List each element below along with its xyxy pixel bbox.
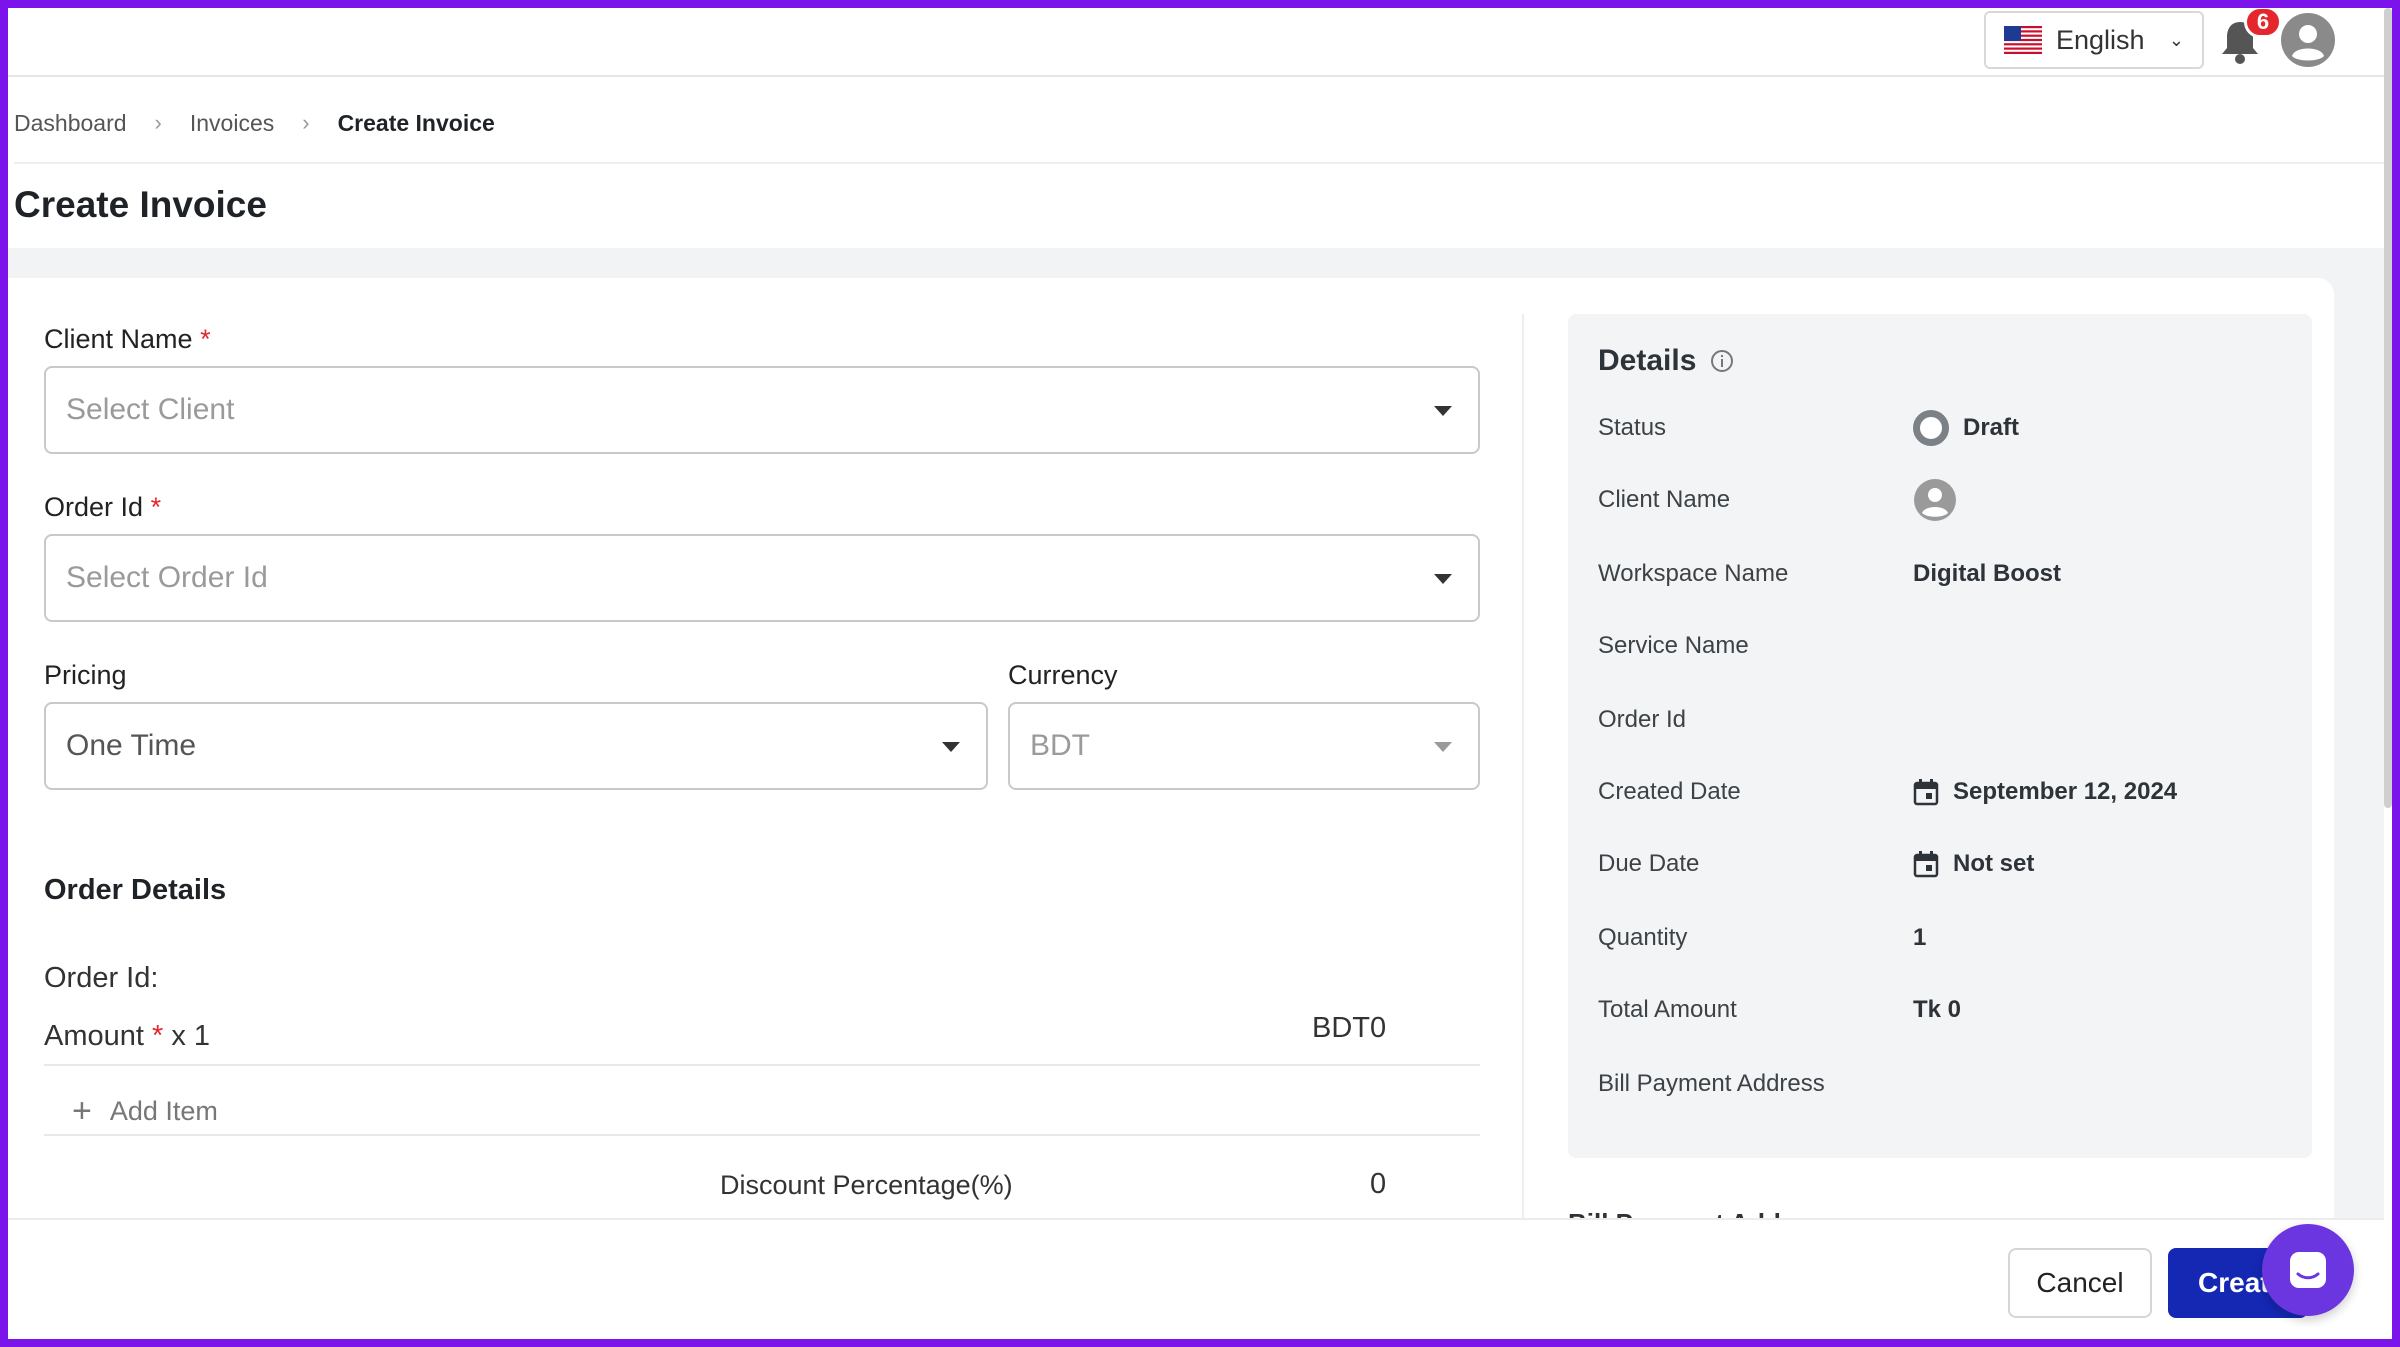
breadcrumb-invoices[interactable]: Invoices xyxy=(190,110,274,137)
chevron-down-icon: ⌄ xyxy=(2168,29,2184,50)
due-date-value: Not set xyxy=(1953,850,2035,877)
chevron-right-icon: › xyxy=(302,110,310,135)
order-id-label: Order Id * xyxy=(44,492,161,523)
details-title: Details xyxy=(1598,344,1734,378)
chevron-right-icon: › xyxy=(154,110,162,135)
us-flag-icon xyxy=(2004,26,2042,54)
detail-key: Order Id xyxy=(1598,706,1687,733)
app-window: English ⌄ 6 Dashboard › Invoices › Creat… xyxy=(8,8,2392,1339)
divider xyxy=(44,1134,1480,1136)
detail-row-bill-payment-address: Bill Payment Address xyxy=(1598,1064,2298,1104)
caret-down-icon xyxy=(1434,742,1452,752)
user-avatar-icon[interactable] xyxy=(2280,12,2336,68)
detail-value: Draft xyxy=(1913,408,2019,448)
details-title-text: Details xyxy=(1598,344,1697,377)
detail-row-order-id: Order Id xyxy=(1598,700,2298,740)
status-value: Draft xyxy=(1963,414,2020,441)
order-id-label-text: Order Id xyxy=(44,492,144,522)
detail-row-status: Status Draft xyxy=(1598,408,2298,448)
client-name-label-text: Client Name xyxy=(44,324,193,354)
language-selector[interactable]: English ⌄ xyxy=(1984,11,2204,69)
detail-row-quantity: Quantity 1 xyxy=(1598,918,2298,958)
plus-icon: + xyxy=(72,1092,92,1130)
pricing-select-value: One Time xyxy=(66,729,197,762)
detail-value: 1 xyxy=(1913,924,1927,951)
detail-row-client-name: Client Name xyxy=(1598,479,2298,521)
details-panel: Details Status Draft Client Name Workspa… xyxy=(1568,314,2312,1158)
currency-select-value: BDT xyxy=(1030,729,1090,762)
detail-key: Total Amount xyxy=(1598,996,1737,1023)
divider xyxy=(44,1064,1480,1066)
chat-launcher-button[interactable] xyxy=(2262,1224,2354,1316)
amount-value[interactable]: BDT0 xyxy=(1312,1012,1386,1045)
discount-value[interactable]: 0 xyxy=(1370,1168,1386,1201)
add-item-button[interactable]: + Add Item xyxy=(72,1092,218,1131)
chat-icon xyxy=(2290,1252,2326,1288)
notification-badge: 6 xyxy=(2244,8,2282,38)
info-icon[interactable] xyxy=(1710,349,1734,373)
required-mark: * xyxy=(150,492,162,522)
detail-key: Service Name xyxy=(1598,632,1749,659)
top-bar: English ⌄ 6 xyxy=(8,8,2384,77)
detail-key: Quantity xyxy=(1598,924,1688,951)
detail-row-created-date: Created Date September 12, 2024 xyxy=(1598,772,2298,812)
page-title: Create Invoice xyxy=(14,184,267,225)
detail-key: Bill Payment Address xyxy=(1598,1070,1825,1097)
discount-label: Discount Percentage(%) xyxy=(720,1170,1013,1200)
pricing-select[interactable]: One Time xyxy=(44,702,988,790)
order-id-select-placeholder: Select Order Id xyxy=(66,561,268,594)
page-scrollbar[interactable] xyxy=(2384,8,2392,808)
detail-key: Created Date xyxy=(1598,778,1741,805)
client-avatar-icon xyxy=(1914,479,1956,521)
language-label: English xyxy=(2056,24,2145,55)
currency-label: Currency xyxy=(1008,660,1118,690)
detail-key: Workspace Name xyxy=(1598,560,1789,587)
client-select-placeholder: Select Client xyxy=(66,393,235,426)
detail-value: Tk 0 xyxy=(1913,996,1962,1023)
detail-row-total-amount: Total Amount Tk 0 xyxy=(1598,990,2298,1030)
detail-key: Client Name xyxy=(1598,486,1731,513)
amount-label-text: Amount xyxy=(44,1020,144,1052)
breadcrumb-dashboard[interactable]: Dashboard xyxy=(14,110,127,137)
breadcrumb-current: Create Invoice xyxy=(337,109,495,136)
created-date-value: September 12, 2024 xyxy=(1953,778,2178,805)
detail-key: Due Date xyxy=(1598,850,1700,877)
calendar-icon xyxy=(1913,851,1939,878)
column-divider xyxy=(1522,314,1524,1224)
calendar-icon xyxy=(1913,779,1939,806)
client-select[interactable]: Select Client xyxy=(44,366,1480,454)
amount-label: Amount * x 1 xyxy=(44,1020,210,1053)
caret-down-icon xyxy=(1434,406,1452,416)
required-mark: * xyxy=(200,324,211,354)
caret-down-icon xyxy=(942,742,960,752)
detail-value: September 12, 2024 xyxy=(1913,772,2177,812)
pricing-label: Pricing xyxy=(44,660,127,690)
order-details-order-id-label: Order Id: xyxy=(44,962,159,994)
detail-row-workspace-name: Workspace Name Digital Boost xyxy=(1598,554,2298,594)
detail-value[interactable]: Not set xyxy=(1913,844,2034,884)
required-mark: * xyxy=(152,1020,164,1052)
add-item-label: Add Item xyxy=(109,1096,218,1126)
status-draft-icon xyxy=(1913,410,1949,446)
cancel-button[interactable]: Cancel xyxy=(2008,1248,2152,1318)
amount-multiplier: x 1 xyxy=(171,1020,211,1052)
caret-down-icon xyxy=(1434,574,1452,584)
order-id-select[interactable]: Select Order Id xyxy=(44,534,1480,622)
detail-row-due-date: Due Date Not set xyxy=(1598,844,2298,884)
client-name-label: Client Name * xyxy=(44,324,211,355)
currency-select[interactable]: BDT xyxy=(1008,702,1480,790)
order-details-title: Order Details xyxy=(44,874,227,906)
detail-key: Status xyxy=(1598,414,1667,441)
detail-value: Digital Boost xyxy=(1913,560,2061,587)
detail-row-service-name: Service Name xyxy=(1598,626,2298,666)
detail-value xyxy=(1913,479,1957,521)
breadcrumb: Dashboard › Invoices › Create Invoice xyxy=(14,84,2390,164)
